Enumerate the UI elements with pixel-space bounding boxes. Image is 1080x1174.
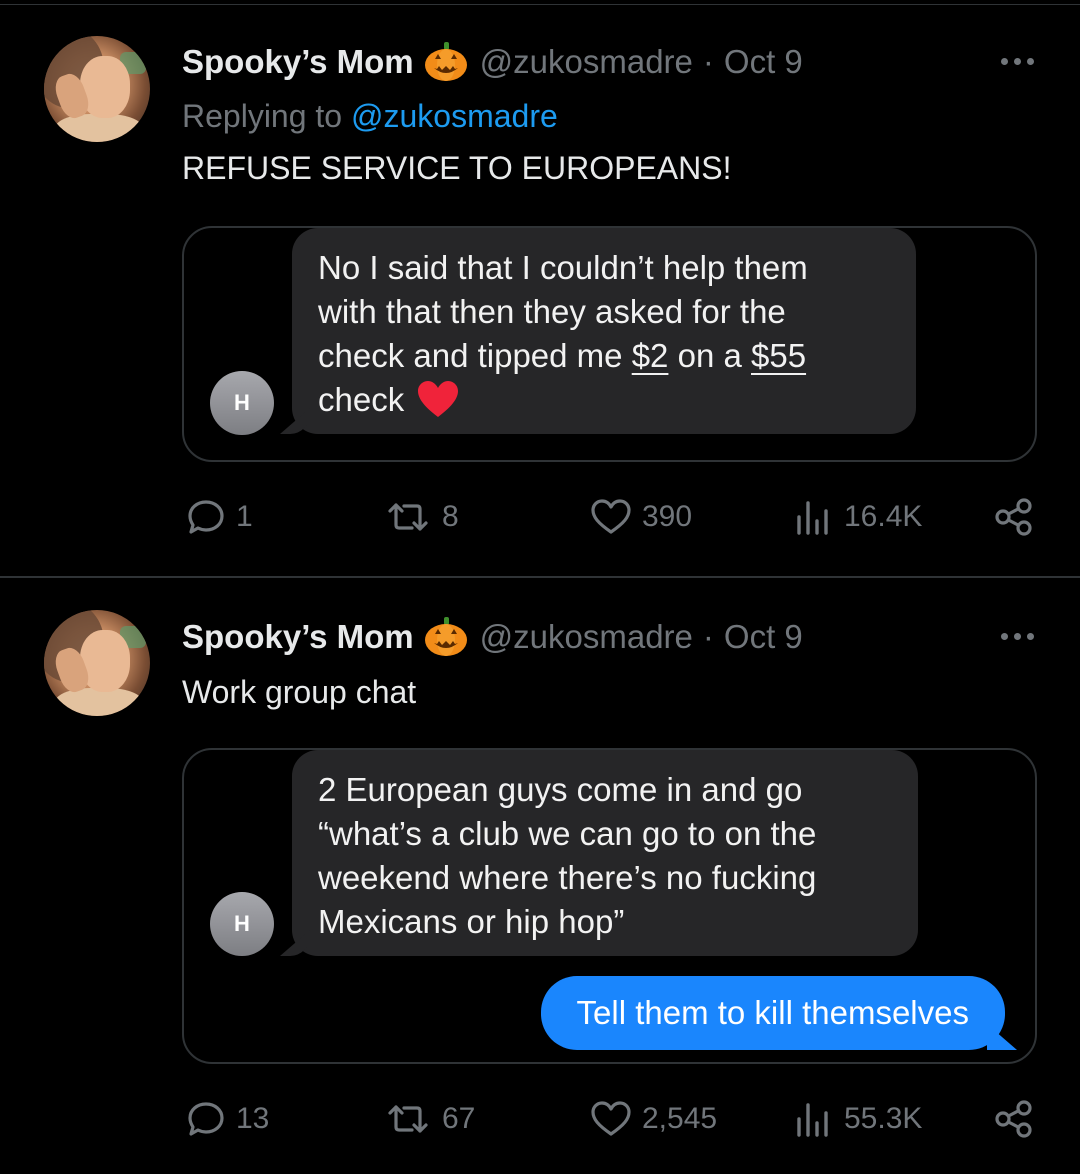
author-handle[interactable]: @zukosmadre <box>480 618 693 656</box>
author-handle[interactable]: @zukosmadre <box>480 43 693 81</box>
share-icon <box>994 1099 1034 1139</box>
incoming-message: No I said that I couldn’t help them with… <box>280 228 916 434</box>
like-button[interactable]: 2,545 <box>590 1099 717 1139</box>
outgoing-message-text: Tell them to kill themselves <box>576 994 969 1031</box>
attached-screenshot[interactable]: H 2 European guys come in and go “what’s… <box>182 748 1037 1064</box>
tweet-date[interactable]: Oct 9 <box>724 43 803 81</box>
author-name[interactable]: Spooky’s Mom <box>182 618 414 656</box>
tweet-header: Spooky’s Mom @zukosmadre · Oct 9 <box>182 42 803 82</box>
replying-prefix: Replying to <box>182 98 343 134</box>
views-icon <box>794 497 834 537</box>
message-line: with that then they asked for the <box>318 293 786 330</box>
repost-count: 67 <box>442 1102 476 1135</box>
repost-icon <box>384 497 432 537</box>
share-button[interactable] <box>994 1099 1034 1139</box>
replying-to: Replying to @zukosmadre <box>182 98 558 135</box>
repost-icon <box>384 1099 432 1139</box>
amount-tip: $2 <box>631 337 669 374</box>
heart-icon <box>590 1099 632 1139</box>
reply-icon <box>186 1099 226 1139</box>
incoming-message: 2 European guys come in and go “what’s a… <box>280 750 918 956</box>
views-button[interactable]: 55.3K <box>794 1099 922 1139</box>
heart-icon <box>590 497 632 537</box>
like-count: 390 <box>642 500 693 533</box>
reply-button[interactable]: 1 <box>186 497 253 537</box>
repost-button[interactable]: 67 <box>384 1099 475 1139</box>
message-line: 2 European guys come in and go <box>318 771 803 808</box>
avatar[interactable] <box>44 36 150 142</box>
like-button[interactable]: 390 <box>590 497 692 537</box>
contact-avatar: H <box>210 892 274 956</box>
meta-separator: · <box>702 618 714 655</box>
replying-to-link[interactable]: @zukosmadre <box>351 98 558 134</box>
reply-icon <box>186 497 226 537</box>
more-options-icon[interactable] <box>1001 633 1034 640</box>
views-icon <box>794 1099 834 1139</box>
views-button[interactable]: 16.4K <box>794 497 922 537</box>
view-count: 55.3K <box>844 1102 923 1135</box>
tweet-actions: 13 67 2,545 55.3K <box>0 1099 1080 1149</box>
repost-button[interactable]: 8 <box>384 497 459 537</box>
pumpkin-icon <box>424 42 468 82</box>
share-button[interactable] <box>994 497 1034 537</box>
reply-count: 1 <box>236 500 253 533</box>
tweet[interactable]: Spooky’s Mom @zukosmadre · Oct 9 Replyin… <box>0 0 1080 577</box>
attached-screenshot[interactable]: H No I said that I couldn’t help them wi… <box>182 226 1037 462</box>
tweet-header: Spooky’s Mom @zukosmadre · Oct 9 <box>182 617 803 657</box>
message-line: Mexicans or hip hop” <box>318 903 625 940</box>
view-count: 16.4K <box>844 500 923 533</box>
reply-count: 13 <box>236 1102 270 1135</box>
share-icon <box>994 497 1034 537</box>
meta-separator: · <box>702 43 714 80</box>
red-heart-icon <box>418 381 459 419</box>
message-line: weekend where there’s no fucking <box>318 859 817 896</box>
avatar[interactable] <box>44 610 150 716</box>
tweet-date[interactable]: Oct 9 <box>724 618 803 656</box>
tweet[interactable]: Spooky’s Mom @zukosmadre · Oct 9 Work gr… <box>0 578 1080 1174</box>
tweet-text: REFUSE SERVICE TO EUROPEANS! <box>182 150 732 186</box>
author-name[interactable]: Spooky’s Mom <box>182 43 414 81</box>
amount-check: $55 <box>751 337 807 374</box>
message-line: check <box>318 378 890 422</box>
pumpkin-icon <box>424 617 468 657</box>
message-line: No I said that I couldn’t help them <box>318 249 808 286</box>
more-options-icon[interactable] <box>1001 58 1034 65</box>
message-line: “what’s a club we can go to on the <box>318 815 817 852</box>
like-count: 2,545 <box>642 1102 718 1135</box>
tweet-actions: 1 8 390 16.4K <box>0 497 1080 547</box>
reply-button[interactable]: 13 <box>186 1099 269 1139</box>
message-line: check and tipped me $2 on a $55 <box>318 337 807 374</box>
tweet-text: Work group chat <box>182 674 417 710</box>
repost-count: 8 <box>442 500 459 533</box>
outgoing-message: Tell them to kill themselves <box>540 976 1017 1050</box>
contact-avatar: H <box>210 371 274 435</box>
